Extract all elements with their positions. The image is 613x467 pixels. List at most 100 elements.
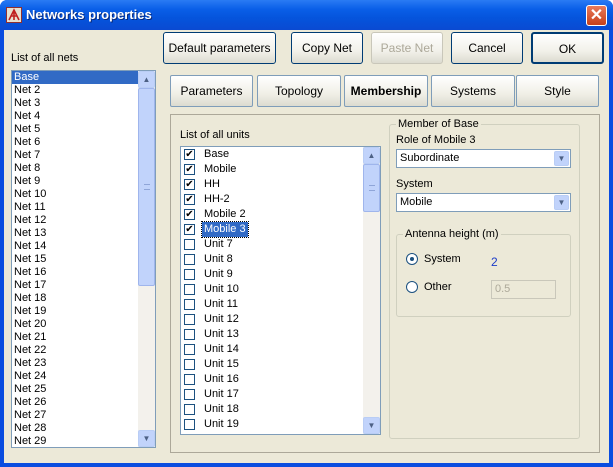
unit-list-item[interactable]: ✔ HH [181,177,380,192]
unit-list-item[interactable]: Unit 15 [181,357,380,372]
net-list-item[interactable]: Net 21 [12,331,155,344]
net-list-item[interactable]: Net 19 [12,305,155,318]
net-list-item[interactable]: Net 20 [12,318,155,331]
checkbox-unchecked-icon[interactable] [184,359,195,370]
tab-membership[interactable]: Membership [344,75,428,107]
checkbox-unchecked-icon[interactable] [184,419,195,430]
units-listbox[interactable]: ✔ Base ✔ Mobile ✔ HH ✔ HH-2 ✔ Mobile 2 ✔ Mobile 3 Un… [180,146,381,435]
role-select[interactable]: Subordinate ▼ [396,149,571,168]
unit-list-item[interactable]: Unit 18 [181,402,380,417]
checkbox-checked-icon[interactable]: ✔ [184,224,195,235]
checkbox-unchecked-icon[interactable] [184,239,195,250]
unit-list-item[interactable]: Unit 16 [181,372,380,387]
net-list-item[interactable]: Net 13 [12,227,155,240]
net-list-item[interactable]: Net 12 [12,214,155,227]
net-list-item[interactable]: Net 4 [12,110,155,123]
paste-net-button[interactable]: Paste Net [371,32,443,64]
net-list-item[interactable]: Net 18 [12,292,155,305]
net-list-item[interactable]: Base [12,71,155,84]
close-icon[interactable]: ✕ [586,5,607,26]
unit-list-item[interactable]: ✔ Base [181,147,380,162]
checkbox-unchecked-icon[interactable] [184,374,195,385]
unit-list-item[interactable]: Unit 7 [181,237,380,252]
unit-list-item[interactable]: Unit 14 [181,342,380,357]
tab-parameters[interactable]: Parameters [170,75,253,107]
checkbox-checked-icon[interactable]: ✔ [184,209,195,220]
net-list-item[interactable]: Net 16 [12,266,155,279]
net-list-item[interactable]: Net 14 [12,240,155,253]
unit-list-item[interactable]: Unit 11 [181,297,380,312]
net-list-item[interactable]: Net 17 [12,279,155,292]
unit-list-item[interactable]: ✔ Mobile 2 [181,207,380,222]
antenna-other-field[interactable]: 0.5 [491,280,556,299]
net-list-item[interactable]: Net 3 [12,97,155,110]
unit-list-item[interactable]: Unit 12 [181,312,380,327]
unit-list-item[interactable]: Unit 9 [181,267,380,282]
net-list-item[interactable]: Net 11 [12,201,155,214]
antenna-system-radio[interactable] [406,253,418,265]
unit-list-item[interactable]: ✔ Mobile 3 [181,221,380,238]
net-list-item[interactable]: Net 15 [12,253,155,266]
title-bar[interactable]: Networks properties ✕ [0,0,613,30]
checkbox-unchecked-icon[interactable] [184,389,195,400]
nets-listbox[interactable]: Base Net 2 Net 3 Net 4 Net 5 Net 6 Net 7 Net 8N… [11,70,156,448]
net-list-item[interactable]: Net 27 [12,409,155,422]
nets-scrollbar[interactable]: ▲ ▼ [138,71,155,447]
checkbox-unchecked-icon[interactable] [184,284,195,295]
tab-systems[interactable]: Systems [431,75,515,107]
tab-topology[interactable]: Topology [257,75,341,107]
checkbox-checked-icon[interactable]: ✔ [184,164,195,175]
net-list-item[interactable]: Net 25 [12,383,155,396]
net-list-item[interactable]: Net 9 [12,175,155,188]
net-list-item[interactable]: Net 8 [12,162,155,175]
unit-list-item[interactable]: Unit 17 [181,387,380,402]
net-list-item[interactable]: Net 23 [12,357,155,370]
scroll-up-icon[interactable]: ▲ [138,71,155,88]
unit-list-item[interactable]: ✔ HH-2 [181,192,380,207]
ok-button[interactable]: OK [531,32,604,64]
scroll-up-icon[interactable]: ▲ [363,147,380,164]
tab-style[interactable]: Style [516,75,599,107]
scroll-down-icon[interactable]: ▼ [138,430,155,447]
checkbox-unchecked-icon[interactable] [184,254,195,265]
unit-list-item[interactable]: ✔ Mobile [181,162,380,177]
net-list-item[interactable]: Net 28 [12,422,155,435]
scroll-down-icon[interactable]: ▼ [363,417,380,434]
checkbox-checked-icon[interactable]: ✔ [184,194,195,205]
scroll-thumb[interactable] [138,88,155,286]
net-list-item[interactable]: Net 26 [12,396,155,409]
antenna-system-label: System [424,253,461,265]
checkbox-unchecked-icon[interactable] [184,344,195,355]
system-select[interactable]: Mobile ▼ [396,193,571,212]
net-list-item[interactable]: Net 29 [12,435,155,447]
net-list-item[interactable]: Net 2 [12,84,155,97]
net-list-item[interactable]: Net 24 [12,370,155,383]
checkbox-checked-icon[interactable]: ✔ [184,179,195,190]
unit-list-item[interactable]: Unit 19 [181,417,380,432]
unit-list-item[interactable]: Unit 13 [181,327,380,342]
units-list-items: ✔ Base ✔ Mobile ✔ HH ✔ HH-2 ✔ Mobile 2 ✔ Mobile 3 Un… [181,147,380,432]
cancel-button[interactable]: Cancel [451,32,523,64]
unit-list-item[interactable]: Unit 8 [181,252,380,267]
chevron-down-icon[interactable]: ▼ [554,151,569,166]
unit-label: Base [204,148,230,160]
antenna-other-radio[interactable] [406,281,418,293]
net-list-item[interactable]: Net 5 [12,123,155,136]
copy-net-button[interactable]: Copy Net [291,32,363,64]
checkbox-unchecked-icon[interactable] [184,269,195,280]
net-list-item[interactable]: Net 7 [12,149,155,162]
units-scrollbar[interactable]: ▲ ▼ [363,147,380,434]
unit-list-item[interactable]: Unit 10 [181,282,380,297]
net-list-item[interactable]: Net 10 [12,188,155,201]
scroll-thumb[interactable] [363,164,380,212]
checkbox-unchecked-icon[interactable] [184,314,195,325]
checkbox-unchecked-icon[interactable] [184,299,195,310]
checkbox-unchecked-icon[interactable] [184,329,195,340]
net-list-item[interactable]: Net 6 [12,136,155,149]
antenna-height-groupbox: Antenna height (m) System 2 Other 0.5 [396,228,571,317]
net-list-item[interactable]: Net 22 [12,344,155,357]
checkbox-checked-icon[interactable]: ✔ [184,149,195,160]
chevron-down-icon[interactable]: ▼ [554,195,569,210]
default-parameters-button[interactable]: Default parameters [163,32,276,64]
checkbox-unchecked-icon[interactable] [184,404,195,415]
